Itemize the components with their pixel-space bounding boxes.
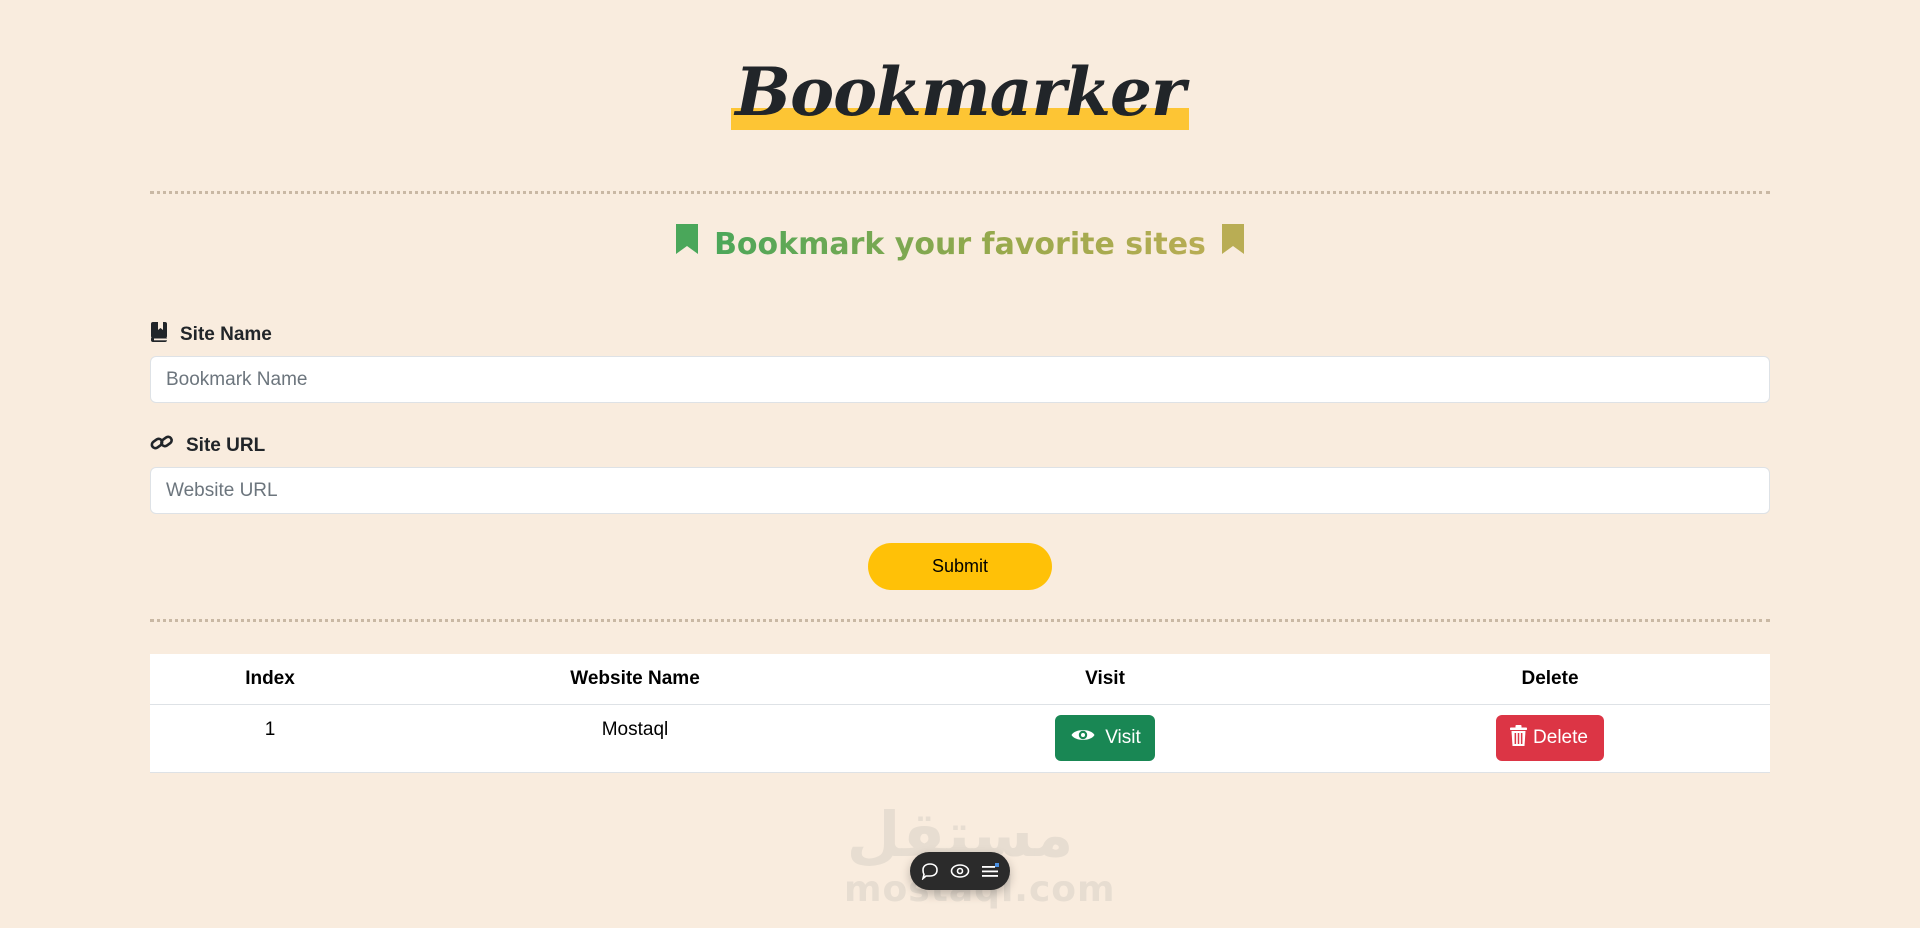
table-row: 1 Mostaql Visit Delete [150, 704, 1770, 773]
header-website-name: Website Name [390, 654, 880, 705]
tagline-text: Bookmark your favorite sites [708, 223, 1212, 267]
header-visit: Visit [880, 654, 1330, 705]
site-url-input[interactable] [150, 467, 1770, 514]
trash-icon [1510, 724, 1528, 752]
brand-header: Bookmarker [0, 52, 1920, 132]
site-name-label-text: Site Name [180, 324, 272, 345]
bookmark-icon [675, 223, 698, 267]
comment-icon[interactable] [920, 861, 940, 881]
visit-label: Visit [1105, 727, 1141, 748]
floating-toolbar [910, 852, 1010, 890]
page: Bookmarker Bookmark your favorite sites … [0, 0, 1920, 928]
brand-logo: Bookmarker [731, 52, 1189, 132]
eye-icon [1071, 727, 1095, 749]
page-title: Bookmarker [735, 53, 1185, 131]
table-header-row: Index Website Name Visit Delete [150, 654, 1770, 705]
link-icon [150, 433, 174, 459]
visit-button[interactable]: Visit [1055, 715, 1155, 761]
row-index: 1 [150, 704, 390, 773]
header-index: Index [150, 654, 390, 705]
submit-button[interactable]: Submit [868, 543, 1052, 590]
row-visit-cell: Visit [880, 704, 1330, 773]
top-divider [150, 191, 1770, 194]
delete-label: Delete [1533, 727, 1588, 748]
view-icon[interactable] [950, 861, 970, 881]
site-name-label: Site Name [150, 322, 272, 348]
row-delete-cell: Delete [1330, 704, 1770, 773]
bookmarks-table: Index Website Name Visit Delete 1 Mostaq… [150, 654, 1770, 773]
bookmark-icon [1222, 223, 1245, 267]
site-url-label-text: Site URL [186, 435, 266, 456]
menu-icon[interactable] [980, 861, 1000, 881]
site-url-label: Site URL [150, 433, 265, 459]
header-delete: Delete [1330, 654, 1770, 705]
book-bookmark-icon [150, 322, 168, 348]
row-website-name: Mostaql [390, 704, 880, 773]
tagline: Bookmark your favorite sites [0, 222, 1920, 267]
site-name-input[interactable] [150, 356, 1770, 403]
delete-button[interactable]: Delete [1496, 715, 1604, 761]
bottom-divider [150, 619, 1770, 622]
